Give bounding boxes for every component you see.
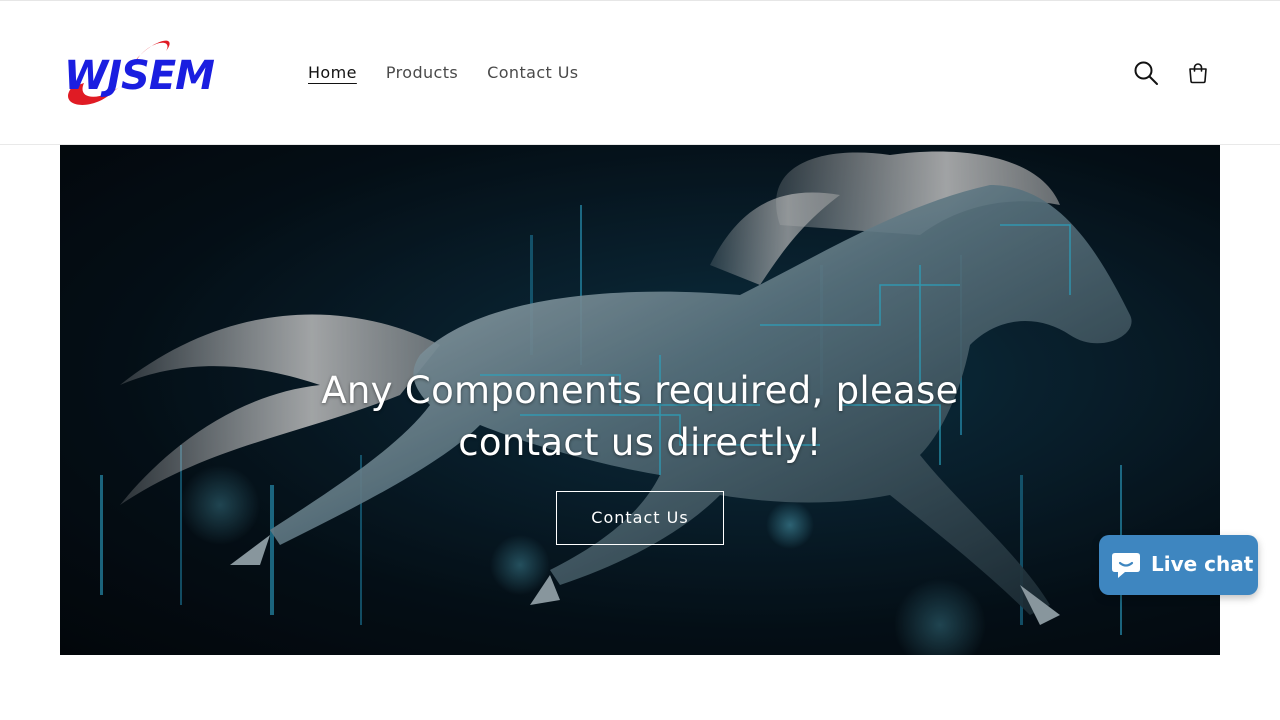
nav-home[interactable]: Home (308, 61, 357, 87)
search-icon (1134, 61, 1158, 85)
live-chat-button[interactable]: Live chat (1099, 535, 1258, 595)
site-header: WJSEM Home Products Contact Us (0, 1, 1280, 145)
nav-contact-us[interactable]: Contact Us (487, 61, 578, 87)
hero-content: Any Components required, please contact … (60, 365, 1220, 545)
chat-bubble-icon (1112, 553, 1140, 578)
logo[interactable]: WJSEM (62, 35, 258, 111)
logo-mark: WJSEM (64, 40, 215, 105)
live-chat-label: Live chat (1151, 552, 1254, 576)
cart-button[interactable] (1182, 57, 1214, 89)
search-button[interactable] (1130, 57, 1162, 89)
cart-icon (1189, 63, 1207, 84)
main-nav: Home Products Contact Us (308, 61, 608, 87)
hero-banner: Any Components required, please contact … (60, 145, 1220, 655)
nav-products[interactable]: Products (386, 61, 458, 87)
svg-text:WJSEM: WJSEM (64, 53, 214, 99)
hero-contact-button[interactable]: Contact Us (556, 491, 724, 545)
hero-heading: Any Components required, please contact … (321, 369, 959, 464)
